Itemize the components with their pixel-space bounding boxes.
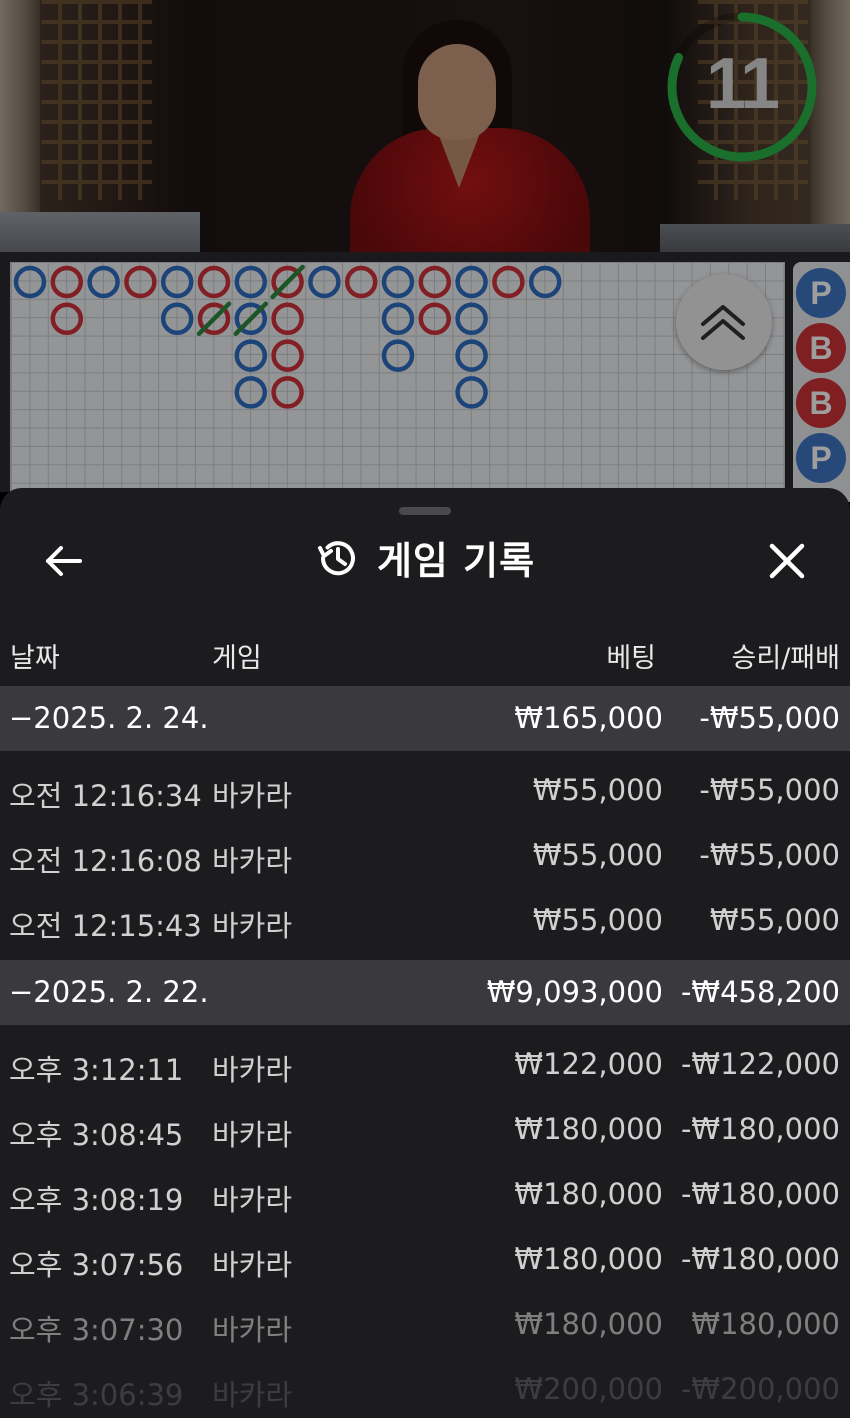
table-row[interactable]: 오후 3:08:19 바카라 ₩180,000 -₩180,000	[0, 1161, 850, 1226]
row-bet: ₩180,000	[514, 1112, 663, 1146]
row-bet: ₩180,000	[514, 1307, 663, 1341]
row-result: -₩180,000	[680, 1112, 840, 1146]
drag-handle[interactable]	[399, 507, 451, 515]
group-date: −2025. 2. 24.	[9, 701, 209, 735]
date-group-header[interactable]: −2025. 2. 24. ₩165,000 -₩55,000	[0, 686, 850, 751]
column-header-game: 게임	[212, 643, 262, 674]
table-row[interactable]: 오후 3:07:56 바카라 ₩180,000 -₩180,000	[0, 1226, 850, 1291]
row-result: -₩122,000	[680, 1047, 840, 1081]
row-game: 바카라	[212, 844, 293, 878]
row-time: 오전 12:15:43	[9, 909, 202, 943]
row-time: 오후 3:12:11	[9, 1053, 184, 1087]
row-bet: ₩180,000	[514, 1177, 663, 1211]
row-result: -₩200,000	[680, 1372, 840, 1406]
row-time: 오후 3:08:19	[9, 1183, 184, 1217]
history-icon	[317, 540, 355, 575]
table-row[interactable]: 오후 3:12:11 바카라 ₩122,000 -₩122,000	[0, 1031, 850, 1096]
row-game: 바카라	[212, 1183, 293, 1217]
row-time: 오후 3:06:39	[9, 1378, 184, 1412]
row-game: 바카라	[212, 1053, 293, 1087]
group-date: −2025. 2. 22.	[9, 975, 209, 1009]
row-result: ₩55,000	[709, 903, 840, 937]
row-bet: ₩180,000	[514, 1242, 663, 1276]
row-result: -₩180,000	[680, 1177, 840, 1211]
column-header-date: 날짜	[10, 643, 60, 674]
table-row[interactable]: 오후 3:08:45 바카라 ₩180,000 -₩180,000	[0, 1096, 850, 1161]
table-row[interactable]: 오전 12:16:34 바카라 ₩55,000 -₩55,000	[0, 757, 850, 822]
row-time: 오전 12:16:08	[9, 844, 202, 878]
date-group-header[interactable]: −2025. 2. 22. ₩9,093,000 -₩458,200	[0, 960, 850, 1025]
row-game: 바카라	[212, 1248, 293, 1282]
row-game: 바카라	[212, 1378, 293, 1412]
row-result: -₩180,000	[680, 1242, 840, 1276]
row-bet: ₩55,000	[532, 838, 663, 872]
close-icon[interactable]	[764, 538, 810, 584]
row-bet: ₩55,000	[532, 903, 663, 937]
row-time: 오전 12:16:34	[9, 779, 202, 813]
row-game: 바카라	[212, 1313, 293, 1347]
row-result: ₩180,000	[691, 1307, 840, 1341]
row-time: 오후 3:07:56	[9, 1248, 184, 1282]
table-row[interactable]: 오후 3:06:39 바카라 ₩200,000 -₩200,000	[0, 1356, 850, 1418]
column-header-result: 승리/패배	[731, 643, 840, 674]
row-game: 바카라	[212, 909, 293, 943]
sheet-header: 게임 기록	[0, 530, 850, 585]
row-bet: ₩200,000	[514, 1372, 663, 1406]
group-total-result: -₩55,000	[699, 701, 840, 735]
row-game: 바카라	[212, 779, 293, 813]
table-row[interactable]: 오전 12:15:43 바카라 ₩55,000 ₩55,000	[0, 887, 850, 952]
group-total-bet: ₩165,000	[514, 701, 663, 735]
group-total-result: -₩458,200	[680, 975, 840, 1009]
table-header: 날짜 게임 베팅 승리/패배	[0, 622, 850, 682]
game-history-sheet: 게임 기록 날짜 게임 베팅 승리/패배 −2025. 2. 24. ₩165,…	[0, 488, 850, 1418]
row-time: 오후 3:07:30	[9, 1313, 184, 1347]
row-result: -₩55,000	[699, 773, 840, 807]
row-time: 오후 3:08:45	[9, 1118, 184, 1152]
group-total-bet: ₩9,093,000	[486, 975, 663, 1009]
table-row[interactable]: 오후 3:07:30 바카라 ₩180,000 ₩180,000	[0, 1291, 850, 1356]
table-row[interactable]: 오전 12:16:08 바카라 ₩55,000 -₩55,000	[0, 822, 850, 887]
row-bet: ₩122,000	[514, 1047, 663, 1081]
sheet-title: 게임 기록	[376, 539, 536, 583]
modal-backdrop[interactable]	[0, 0, 850, 520]
row-game: 바카라	[212, 1118, 293, 1152]
row-result: -₩55,000	[699, 838, 840, 872]
column-header-bet: 베팅	[606, 643, 656, 674]
row-bet: ₩55,000	[532, 773, 663, 807]
